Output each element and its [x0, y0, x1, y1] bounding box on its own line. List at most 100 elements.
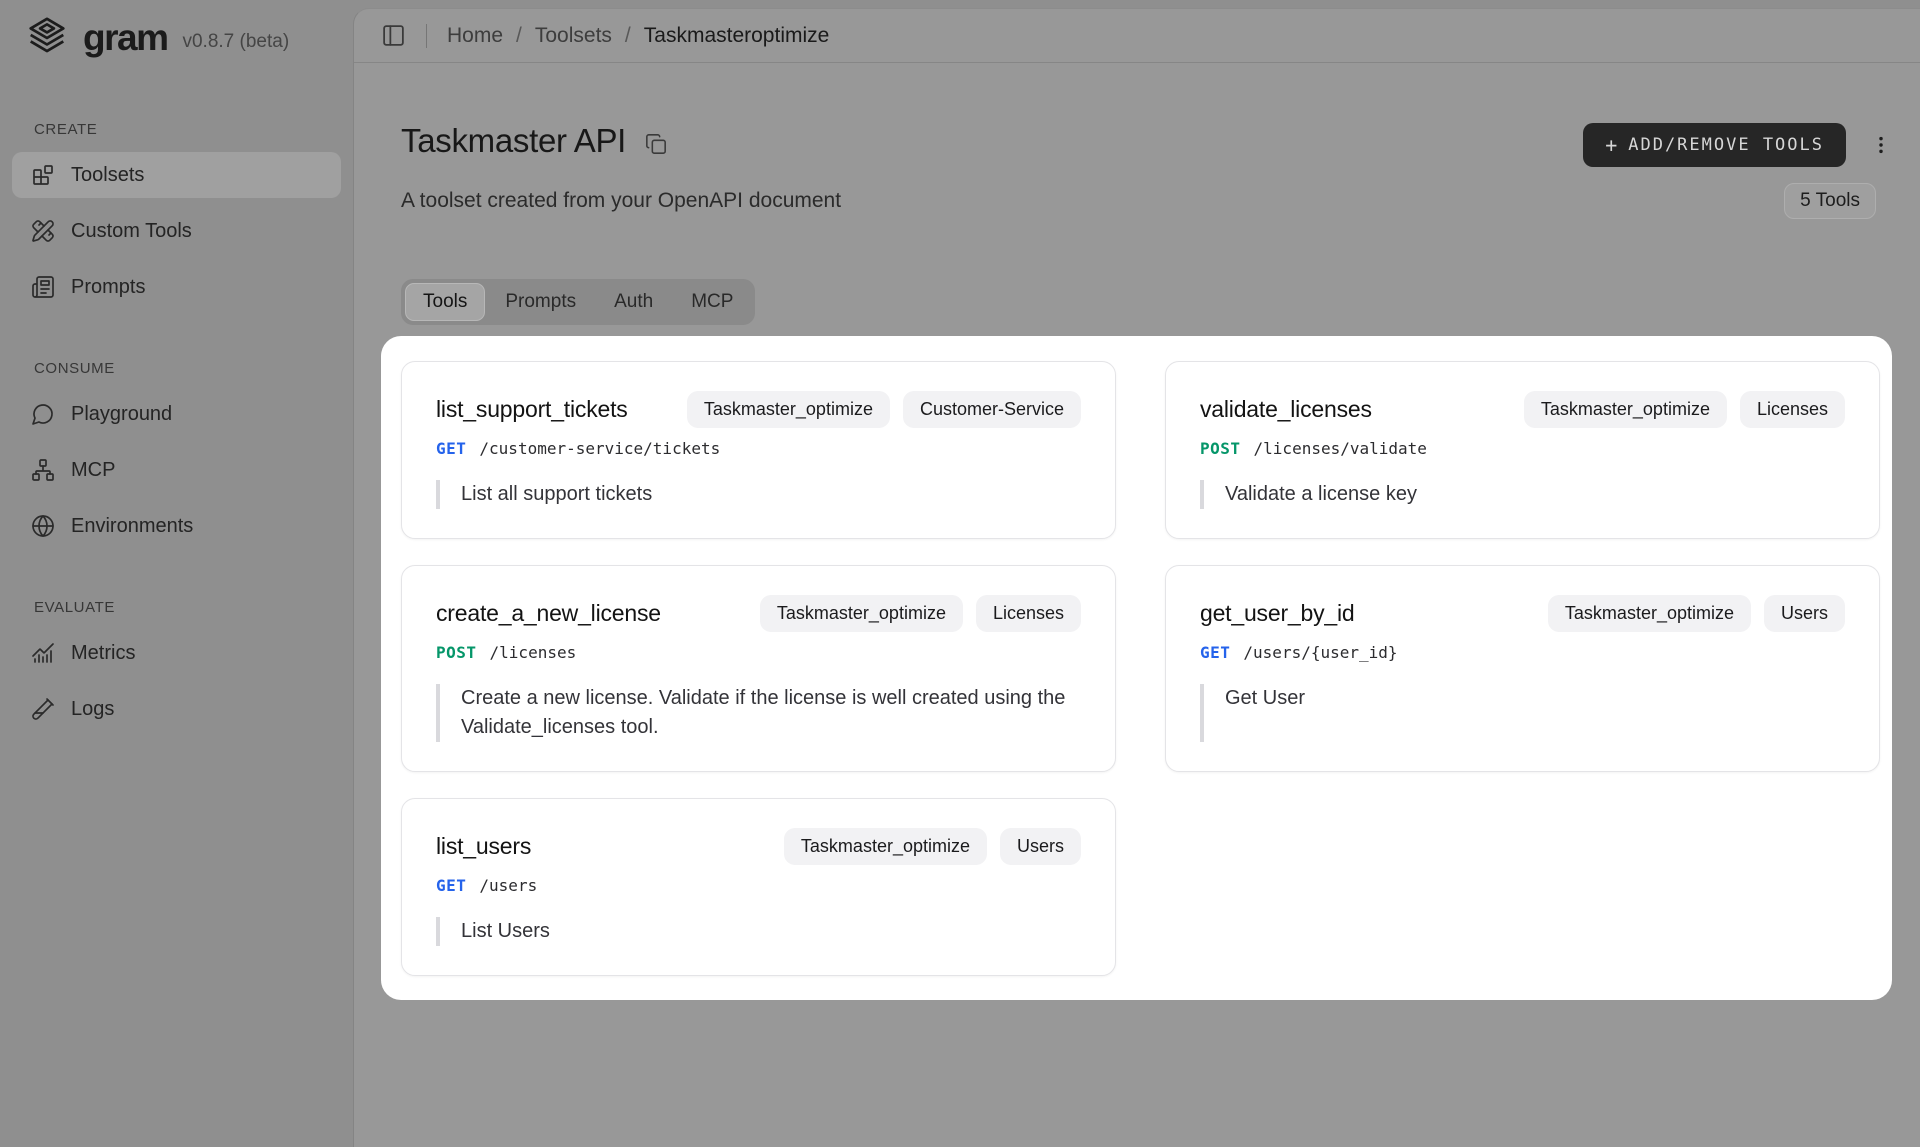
breadcrumb-separator: /: [516, 24, 522, 48]
tool-name: create_a_new_license: [436, 600, 661, 627]
tool-badges: Taskmaster_optimizeLicenses: [1524, 391, 1845, 428]
sidebar-item-environments[interactable]: Environments: [12, 503, 341, 549]
sidebar-item-label: MCP: [71, 459, 115, 482]
copy-icon[interactable]: [645, 133, 667, 155]
page-content: Taskmaster API + ADD/REMOVE TOOLS: [354, 63, 1920, 1147]
logo[interactable]: gram v0.8.7 (beta): [12, 15, 341, 61]
sidebar-item-custom-tools[interactable]: Custom Tools: [12, 208, 341, 254]
pencil-ruler-icon: [31, 219, 55, 243]
tool-description: Get User: [1200, 684, 1845, 742]
tool-description: List Users: [436, 917, 1081, 946]
endpoint-path: /users/{user_id}: [1243, 643, 1397, 662]
app-version: v0.8.7 (beta): [182, 31, 289, 53]
tag-badge-users: Users: [1764, 595, 1845, 632]
page-title: Taskmaster API: [401, 122, 626, 160]
breadcrumb-separator: /: [625, 24, 631, 48]
endpoint-path: /licenses/validate: [1254, 439, 1427, 458]
chart-icon: [31, 641, 55, 665]
chat-bubble-icon: [31, 402, 55, 426]
tab-auth[interactable]: Auth: [596, 283, 671, 321]
tool-endpoint: GET /customer-service/tickets: [436, 439, 1081, 458]
breadcrumb: Home / Toolsets / Taskmasteroptimize: [447, 24, 829, 48]
globe-icon: [31, 514, 55, 538]
sidebar-item-metrics[interactable]: Metrics: [12, 630, 341, 676]
tool-name: list_support_tickets: [436, 396, 628, 423]
add-remove-tools-button[interactable]: + ADD/REMOVE TOOLS: [1583, 123, 1846, 167]
http-method: GET: [436, 439, 466, 458]
tool-badges: Taskmaster_optimize Users: [784, 828, 1081, 865]
logo-text: gram: [83, 17, 167, 59]
gram-logo-icon: [24, 15, 70, 61]
sidebar-section-consume: CONSUME Playground MCP Environments: [12, 360, 341, 549]
kebab-menu-button[interactable]: [1870, 134, 1892, 156]
sidebar-section-create: CREATE Toolsets Custom Tools Prompts: [12, 121, 341, 310]
sidebar-item-mcp[interactable]: MCP: [12, 447, 341, 493]
tool-card-list_support_tickets[interactable]: list_support_tickets Taskmaster_optimize…: [401, 361, 1116, 539]
sidebar-section-label: CONSUME: [12, 360, 341, 381]
sidebar-item-label: Prompts: [71, 276, 145, 299]
tool-badges: Taskmaster_optimizeLicenses: [760, 595, 1081, 632]
sidebar-section-label: CREATE: [12, 121, 341, 142]
tool-card-validate_licenses[interactable]: validate_licenses Taskmaster_optimizeLic…: [1165, 361, 1880, 539]
endpoint-path: /customer-service/tickets: [479, 439, 720, 458]
http-method: POST: [436, 643, 477, 662]
sidebar: gram v0.8.7 (beta) CREATE Toolsets Custo…: [0, 0, 353, 1147]
page-header: Taskmaster API + ADD/REMOVE TOOLS: [401, 122, 1892, 325]
sidebar-item-playground[interactable]: Playground: [12, 391, 341, 437]
sidebar-item-label: Playground: [71, 403, 172, 426]
topbar-divider: [426, 24, 427, 48]
plus-icon: +: [1605, 133, 1617, 157]
http-method: POST: [1200, 439, 1241, 458]
endpoint-path: /users: [479, 876, 537, 895]
tag-badge-users: Users: [1000, 828, 1081, 865]
sidebar-item-logs[interactable]: Logs: [12, 686, 341, 732]
tool-endpoint: GET /users: [436, 876, 1081, 895]
tag-badge-taskmaster_optimize: Taskmaster_optimize: [1524, 391, 1727, 428]
sidebar-toggle-button[interactable]: [381, 23, 406, 48]
tool-card-header: list_support_tickets Taskmaster_optimize…: [436, 391, 1081, 428]
tag-badge-taskmaster_optimize: Taskmaster_optimize: [1548, 595, 1751, 632]
tag-badge-licenses: Licenses: [976, 595, 1081, 632]
tag-badge-taskmaster_optimize: Taskmaster_optimize: [687, 391, 890, 428]
app-root: gram v0.8.7 (beta) CREATE Toolsets Custo…: [0, 0, 1920, 1147]
topbar: Home / Toolsets / Taskmasteroptimize: [354, 9, 1920, 63]
tag-badge-taskmaster_optimize: Taskmaster_optimize: [784, 828, 987, 865]
add-remove-tools-label: ADD/REMOVE TOOLS: [1628, 135, 1824, 155]
test-tube-icon: [31, 697, 55, 721]
page-subtitle: A toolset created from your OpenAPI docu…: [401, 189, 841, 213]
tool-card-get_user_by_id[interactable]: get_user_by_id Taskmaster_optimizeUsers …: [1165, 565, 1880, 772]
sidebar-item-prompts[interactable]: Prompts: [12, 264, 341, 310]
tool-name: list_users: [436, 833, 531, 860]
tool-endpoint: POST /licenses: [436, 643, 1081, 662]
network-icon: [31, 458, 55, 482]
newspaper-icon: [31, 275, 55, 299]
tools-panel: list_support_tickets Taskmaster_optimize…: [381, 336, 1892, 1000]
tool-name: validate_licenses: [1200, 396, 1372, 423]
tool-description: List all support tickets: [436, 480, 1081, 509]
tool-description: Validate a license key: [1200, 480, 1845, 509]
tool-card-header: list_users Taskmaster_optimize Users: [436, 828, 1081, 865]
tool-card-create_a_new_license[interactable]: create_a_new_license Taskmaster_optimize…: [401, 565, 1116, 772]
breadcrumb-item-taskmasteroptimize: Taskmasteroptimize: [644, 24, 830, 48]
tool-endpoint: GET /users/{user_id}: [1200, 643, 1845, 662]
tab-tools[interactable]: Tools: [405, 283, 485, 321]
blocks-icon: [31, 163, 55, 187]
tab-prompts[interactable]: Prompts: [487, 283, 594, 321]
sidebar-item-label: Metrics: [71, 642, 135, 665]
breadcrumb-item-toolsets[interactable]: Toolsets: [535, 24, 612, 48]
breadcrumb-item-home[interactable]: Home: [447, 24, 503, 48]
tool-card-header: create_a_new_license Taskmaster_optimize…: [436, 595, 1081, 632]
tab-mcp[interactable]: MCP: [673, 283, 751, 321]
tool-card-list_users[interactable]: list_users Taskmaster_optimize Users GET …: [401, 798, 1116, 976]
sidebar-item-label: Logs: [71, 698, 114, 721]
tool-badges: Taskmaster_optimize Customer-Service: [687, 391, 1081, 428]
endpoint-path: /licenses: [490, 643, 577, 662]
sidebar-item-toolsets[interactable]: Toolsets: [12, 152, 341, 198]
sidebar-item-label: Toolsets: [71, 164, 144, 187]
tool-endpoint: POST /licenses/validate: [1200, 439, 1845, 458]
tool-card-header: validate_licenses Taskmaster_optimizeLic…: [1200, 391, 1845, 428]
http-method: GET: [1200, 643, 1230, 662]
tag-badge-customer-service: Customer-Service: [903, 391, 1081, 428]
sidebar-section-label: EVALUATE: [12, 599, 341, 620]
sidebar-nav: CREATE Toolsets Custom Tools Prompts CONS…: [12, 121, 341, 732]
